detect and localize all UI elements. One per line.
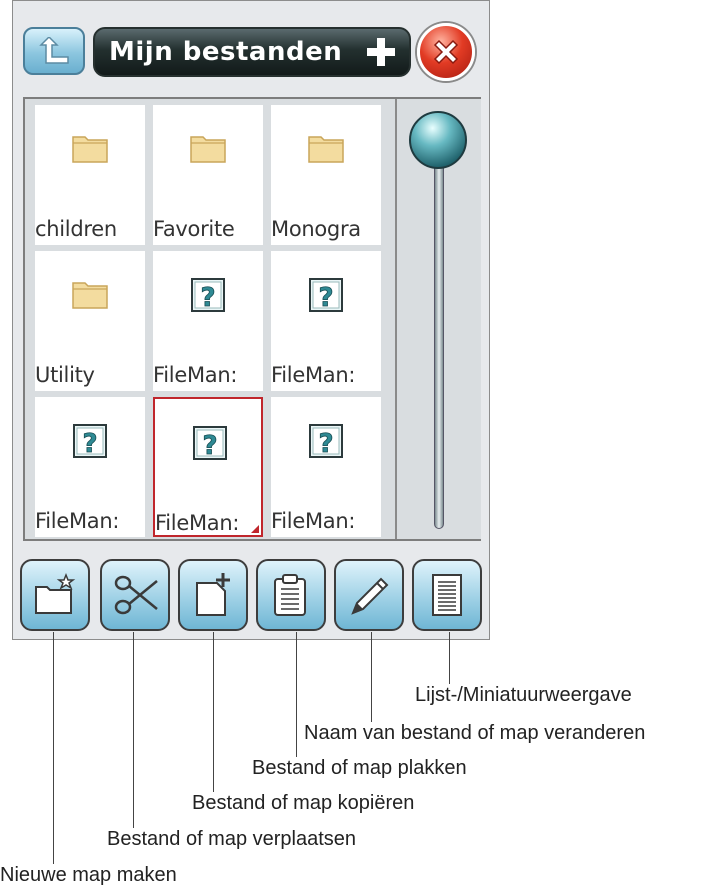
new-folder-button[interactable] [20, 559, 90, 631]
folder-item[interactable]: Utility [35, 251, 145, 391]
callout-rename: Naam van bestand of map veranderen [304, 722, 646, 744]
toolbar [13, 541, 491, 641]
folder-item[interactable]: Monogra [271, 105, 381, 245]
move-button[interactable] [100, 559, 170, 631]
title-bar[interactable]: Mijn bestanden [93, 27, 411, 77]
file-name-label: Favorite [153, 217, 235, 241]
file-browser: children Favorite Monogra Utility? FileMan:?… [23, 97, 481, 541]
folder-icon [306, 129, 346, 169]
rename-button[interactable] [334, 559, 404, 631]
up-arrow-icon [39, 37, 69, 64]
file-item[interactable]: ? FileMan: [153, 251, 263, 391]
svg-text:?: ? [318, 429, 333, 459]
unknown-file-icon: ? [306, 275, 346, 315]
callout-line-copy [213, 632, 214, 792]
folder-item[interactable]: children [35, 105, 145, 245]
page-title: Mijn bestanden [109, 37, 343, 67]
close-button[interactable] [417, 23, 475, 81]
unknown-file-icon: ? [306, 421, 346, 461]
file-name-label: Utility [35, 363, 95, 387]
unknown-file-icon: ? [190, 423, 230, 463]
callout-line-new-folder [53, 632, 54, 864]
file-item[interactable]: ? FileMan: [35, 397, 145, 537]
paste-button[interactable] [256, 559, 326, 631]
file-name-label: FileMan: [271, 509, 356, 533]
file-name-label: FileMan: [155, 511, 240, 535]
svg-text:?: ? [318, 283, 333, 313]
file-item[interactable]: ? FileMan: [271, 397, 381, 537]
file-item[interactable]: ? FileMan: [153, 397, 263, 537]
scrollbar[interactable] [395, 99, 481, 539]
file-name-label: FileMan: [271, 363, 356, 387]
callout-line-rename [371, 632, 372, 722]
callout-line-paste [296, 632, 297, 757]
callout-list-thumbnail: Lijst-/Miniatuurweergave [415, 684, 632, 706]
folder-item[interactable]: Favorite [153, 105, 263, 245]
svg-text:?: ? [82, 429, 97, 459]
callout-paste: Bestand of map plakken [252, 757, 467, 779]
callout-new-folder: Nieuwe map maken [0, 864, 177, 886]
folder-icon [70, 275, 110, 315]
unknown-file-icon: ? [70, 421, 110, 461]
file-manager-panel: Mijn bestanden children Favorite Monogra Ut… [12, 0, 490, 640]
folder-icon [188, 129, 228, 169]
up-folder-button[interactable] [23, 27, 85, 75]
svg-text:?: ? [200, 283, 215, 313]
callout-copy: Bestand of map kopiëren [192, 792, 415, 814]
header: Mijn bestanden [13, 1, 491, 97]
scroll-thumb[interactable] [409, 111, 467, 169]
callout-line-move [133, 632, 134, 828]
close-icon [433, 39, 459, 65]
file-name-label: FileMan: [153, 363, 238, 387]
copy-button[interactable] [178, 559, 248, 631]
plus-icon [367, 38, 395, 66]
callout-move: Bestand of map verplaatsen [107, 828, 357, 850]
folder-icon [70, 129, 110, 169]
file-grid: children Favorite Monogra Utility? FileMan:?… [35, 105, 389, 537]
list-view-button[interactable] [412, 559, 482, 631]
file-item[interactable]: ? FileMan: [271, 251, 381, 391]
callout-line-list [449, 632, 450, 684]
file-name-label: FileMan: [35, 509, 120, 533]
svg-text:?: ? [202, 431, 217, 461]
scroll-rail[interactable] [434, 159, 444, 529]
unknown-file-icon: ? [188, 275, 228, 315]
file-name-label: children [35, 217, 117, 241]
file-name-label: Monogra [271, 217, 361, 241]
